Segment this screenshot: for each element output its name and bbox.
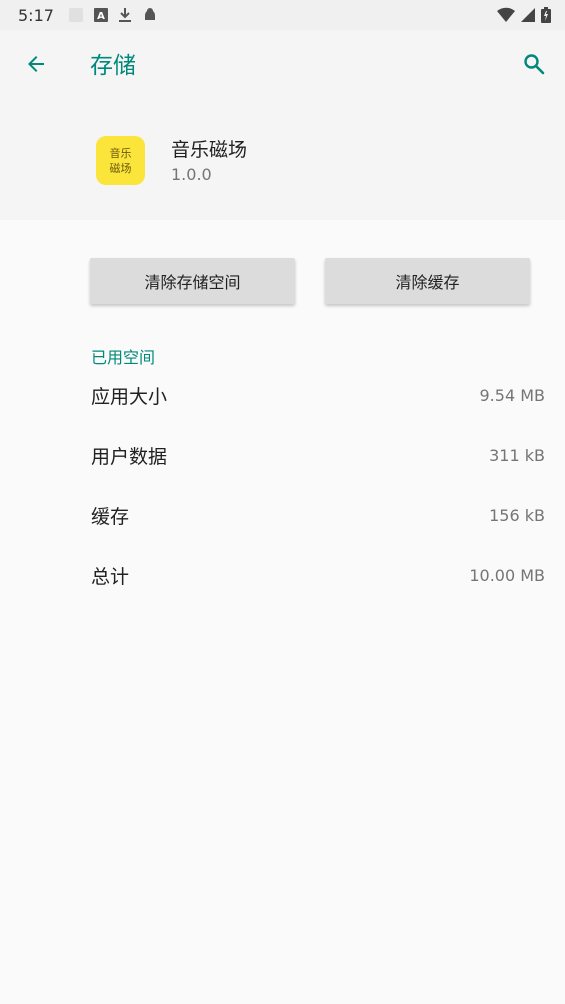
clear-cache-button[interactable]: 清除缓存 bbox=[325, 258, 530, 304]
app-icon-text-line2: 磁场 bbox=[109, 161, 132, 175]
app-icon: 音乐 磁场 bbox=[96, 136, 145, 185]
row-value: 156 kB bbox=[489, 505, 545, 525]
storage-row-app-size: 应用大小 9.54 MB bbox=[0, 375, 565, 415]
font-a-icon: A bbox=[93, 8, 108, 22]
clear-storage-button[interactable]: 清除存储空间 bbox=[90, 258, 295, 304]
square-notification-icon bbox=[68, 7, 84, 23]
wifi-icon bbox=[497, 7, 515, 23]
storage-row-cache: 缓存 156 kB bbox=[0, 495, 565, 535]
app-icon-text-line1: 音乐 bbox=[109, 146, 132, 160]
row-label: 用户数据 bbox=[91, 445, 168, 468]
search-icon bbox=[522, 52, 546, 80]
signal-icon bbox=[521, 8, 535, 22]
toolbar: 存储 bbox=[0, 30, 565, 102]
notification-icons: A bbox=[68, 7, 158, 23]
storage-row-total: 总计 10.00 MB bbox=[0, 555, 565, 595]
app-version: 1.0.0 bbox=[171, 165, 212, 184]
row-label: 缓存 bbox=[91, 505, 130, 528]
status-time: 5:17 bbox=[18, 5, 54, 25]
app-info: 音乐 磁场 音乐磁场 1.0.0 bbox=[0, 130, 565, 200]
search-button[interactable] bbox=[512, 44, 556, 88]
row-value: 10.00 MB bbox=[469, 565, 545, 585]
system-icons bbox=[497, 7, 551, 23]
row-value: 311 kB bbox=[489, 445, 545, 465]
status-bar: 5:17 A bbox=[0, 0, 565, 30]
row-label: 应用大小 bbox=[91, 385, 168, 408]
row-value: 9.54 MB bbox=[479, 385, 546, 405]
row-label: 总计 bbox=[91, 565, 130, 588]
section-title-used-space: 已用空间 bbox=[91, 348, 156, 367]
download-icon bbox=[118, 7, 132, 23]
svg-text:A: A bbox=[97, 11, 105, 22]
app-name: 音乐磁场 bbox=[171, 139, 248, 161]
arrow-back-icon bbox=[24, 52, 48, 80]
storage-row-user-data: 用户数据 311 kB bbox=[0, 435, 565, 475]
android-debug-icon bbox=[142, 7, 158, 23]
action-buttons: 清除存储空间 清除缓存 bbox=[0, 258, 565, 304]
page-title: 存储 bbox=[90, 53, 136, 79]
battery-icon bbox=[541, 7, 551, 23]
back-button[interactable] bbox=[14, 44, 58, 88]
app-header: 存储 音乐 磁场 音乐磁场 1.0.0 bbox=[0, 30, 565, 220]
